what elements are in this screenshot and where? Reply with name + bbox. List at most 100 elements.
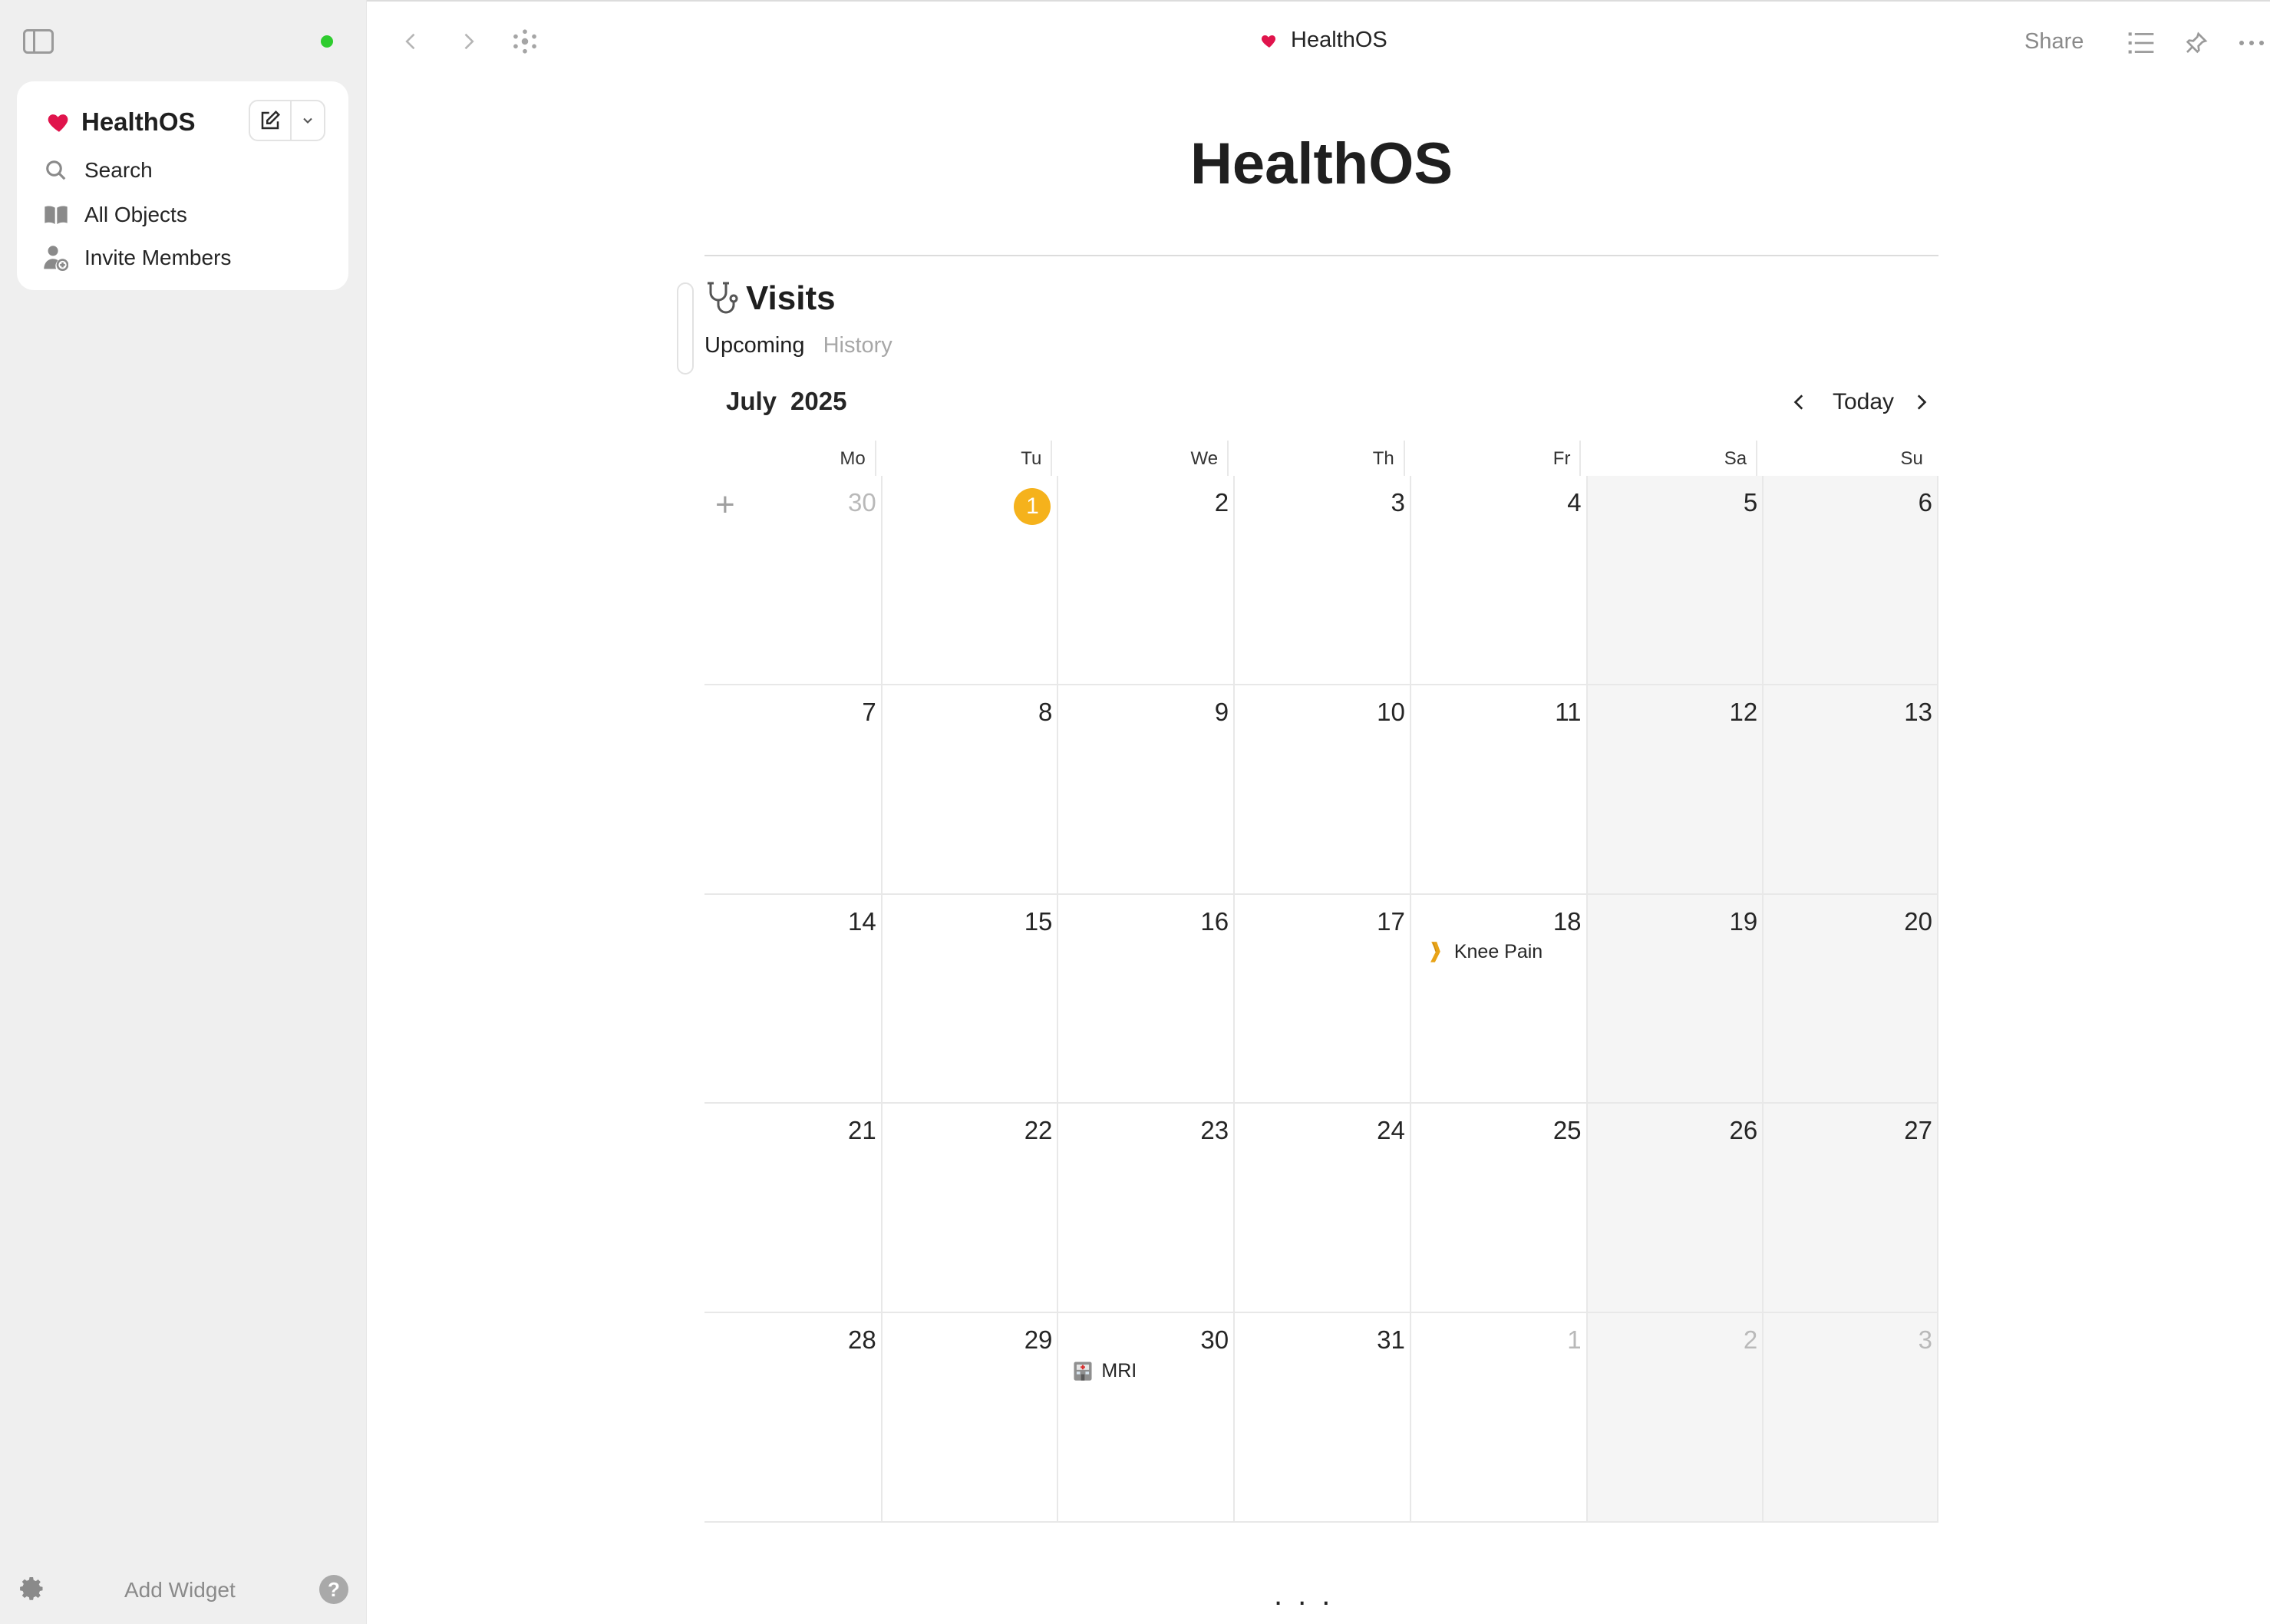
sidebar-item-invite-members[interactable]: Invite Members	[43, 239, 231, 276]
widget-title[interactable]: Visits	[703, 279, 836, 318]
search-icon	[43, 157, 69, 183]
calendar-day-cell[interactable]: 9	[1057, 685, 1234, 895]
calendar-day-cell[interactable]: 16	[1057, 894, 1234, 1104]
more-options-icon[interactable]	[2235, 26, 2268, 60]
sync-status-dot	[321, 35, 333, 48]
invite-member-icon	[43, 245, 69, 271]
calendar-day-cell[interactable]: 19	[1585, 894, 1763, 1104]
new-object-button[interactable]	[250, 101, 292, 140]
space-card: HealthOS Search All Objects Invite Membe…	[17, 81, 348, 290]
calendar-day-cell[interactable]: 4	[1409, 476, 1586, 685]
calendar-day-cell[interactable]: 1	[1409, 1313, 1586, 1523]
calendar-day-cell[interactable]: 14	[704, 895, 881, 1104]
calendar-day-cell[interactable]: 29	[880, 1313, 1057, 1523]
pin-icon[interactable]	[2179, 26, 2213, 60]
back-button[interactable]	[394, 25, 428, 58]
add-widget-button[interactable]: Add Widget	[124, 1575, 236, 1606]
chevron-right-icon	[1917, 394, 1927, 410]
page-title[interactable]: HealthOS	[704, 130, 1938, 197]
sidebar-item-all-objects[interactable]: All Objects	[43, 196, 187, 233]
day-number: 3	[1918, 1325, 1932, 1355]
day-number: 15	[1024, 906, 1053, 936]
leg-icon	[1430, 941, 1440, 962]
calendar-day-cell[interactable]: 20	[1762, 894, 1938, 1104]
forward-button[interactable]	[451, 25, 485, 58]
widget-drag-handle[interactable]	[677, 282, 694, 375]
calendar-day-cell[interactable]: 2	[1585, 1313, 1763, 1523]
graph-icon	[513, 29, 536, 54]
calendar-day-cell[interactable]: 24	[1233, 1104, 1410, 1314]
calendar-day-cell[interactable]: 6	[1762, 476, 1938, 685]
calendar-day-cell[interactable]: 12	[1585, 685, 1763, 895]
calendar-day-cell[interactable]: 23	[1057, 1104, 1234, 1314]
weekday-label: Su	[1900, 448, 1923, 469]
day-number: 31	[1377, 1325, 1405, 1355]
calendar-day-cell[interactable]: +30	[704, 476, 881, 685]
sidebar-toggle-icon[interactable]	[23, 29, 54, 54]
day-number: 27	[1904, 1116, 1932, 1145]
prev-month-button[interactable]	[1790, 384, 1810, 421]
calendar-day-cell[interactable]: 5	[1585, 476, 1763, 685]
calendar-day-cell[interactable]: 22	[880, 1104, 1057, 1314]
day-number: 3	[1391, 488, 1405, 517]
day-number: 28	[847, 1325, 876, 1355]
calendar-event[interactable]: MRI	[1072, 1359, 1137, 1382]
calendar-day-cell[interactable]: 7	[704, 685, 881, 895]
weekday-label: Sa	[1585, 441, 1762, 477]
day-number: 30	[1200, 1325, 1229, 1355]
calendar-year: 2025	[790, 387, 847, 415]
calendar-day-cell[interactable]: 17	[1233, 894, 1410, 1104]
calendar-day-cell[interactable]: 30 MRI	[1057, 1313, 1234, 1523]
widget-tabs: Upcoming History	[704, 333, 892, 358]
calendar-event[interactable]: Knee Pain	[1425, 941, 1542, 964]
today-date-badge: 1	[1014, 488, 1051, 525]
calendar-day-cell[interactable]: 18 Knee Pain	[1409, 894, 1586, 1104]
more-dots[interactable]: ...	[1274, 1578, 1345, 1612]
day-number: 19	[1729, 906, 1758, 936]
graph-button[interactable]	[508, 25, 542, 58]
calendar-day-cell[interactable]: 2	[1057, 476, 1234, 685]
heart-icon	[1261, 35, 1276, 48]
calendar-day-cell[interactable]: 27	[1762, 1104, 1938, 1314]
calendar-day-cell[interactable]: 28	[704, 1313, 881, 1523]
today-button[interactable]: Today	[1833, 384, 1894, 421]
day-number: 16	[1200, 906, 1229, 936]
weekday-label: We	[1057, 441, 1233, 477]
chevron-down-icon	[303, 117, 312, 124]
day-number: 25	[1552, 1116, 1582, 1145]
hospital-icon	[1074, 1362, 1092, 1381]
calendar-day-cell[interactable]: 25	[1409, 1104, 1586, 1314]
document-title[interactable]: HealthOS	[1260, 28, 1387, 53]
help-button[interactable]: ?	[319, 1575, 348, 1604]
day-number: 20	[1904, 906, 1932, 936]
tab-upcoming[interactable]: Upcoming	[704, 333, 805, 358]
stethoscope-icon	[708, 282, 738, 314]
share-button[interactable]: Share	[2024, 29, 2084, 54]
space-name[interactable]: HealthOS	[81, 107, 196, 137]
calendar-day-cell[interactable]: 11	[1409, 685, 1586, 895]
calendar-day-cell[interactable]: 26	[1585, 1104, 1763, 1314]
tab-history[interactable]: History	[823, 333, 892, 358]
settings-gear-icon[interactable]	[18, 1575, 46, 1603]
weekday-label: Fr	[1410, 441, 1586, 477]
day-number: 13	[1904, 697, 1932, 726]
calendar-day-cell[interactable]: 3	[1233, 476, 1410, 685]
calendar-day-cell[interactable]: 10	[1233, 685, 1410, 895]
sidebar-item-search[interactable]: Search	[43, 152, 153, 189]
day-number: 24	[1377, 1116, 1405, 1145]
list-icon[interactable]	[2124, 26, 2158, 60]
add-event-icon[interactable]: +	[715, 488, 735, 522]
next-month-button[interactable]	[1911, 384, 1931, 421]
calendar-day-cell[interactable]: 1	[880, 476, 1057, 685]
day-number: 9	[1214, 697, 1229, 726]
new-object-dropdown[interactable]	[292, 101, 324, 140]
calendar-day-cell[interactable]: 15	[880, 894, 1057, 1104]
calendar-day-cell[interactable]: 21	[704, 1104, 881, 1314]
calendar-day-cell[interactable]: 13	[1762, 685, 1938, 895]
sidebar-item-label: All Objects	[84, 203, 187, 226]
day-number: 29	[1024, 1325, 1053, 1355]
sidebar-item-label: Invite Members	[84, 246, 232, 269]
calendar-day-cell[interactable]: 3	[1762, 1313, 1938, 1523]
calendar-day-cell[interactable]: 31	[1233, 1313, 1410, 1523]
calendar-day-cell[interactable]: 8	[880, 685, 1057, 895]
